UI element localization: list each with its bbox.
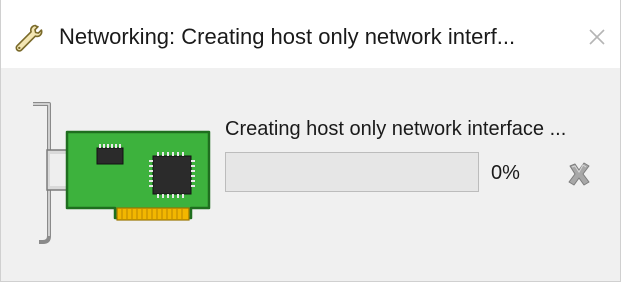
progress-percent: 0% (491, 162, 520, 184)
dialog-content: Creating host only network interface ...… (1, 68, 620, 281)
title-bar[interactable]: Networking: Creating host only network i… (1, 0, 620, 68)
network-card-icon (27, 98, 217, 248)
window-title: Networking: Creating host only network i… (59, 24, 516, 49)
status-text: Creating host only network interface ... (225, 118, 567, 140)
cancel-icon[interactable] (565, 160, 593, 188)
close-icon[interactable] (581, 22, 613, 52)
progress-dialog-window: Networking: Creating host only network i… (0, 0, 621, 282)
progress-bar (225, 152, 479, 192)
wrench-icon (11, 22, 43, 54)
